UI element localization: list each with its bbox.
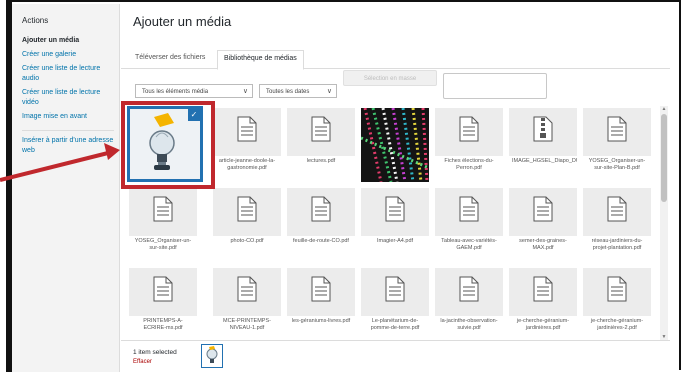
page-title: Ajouter un média <box>133 14 232 29</box>
attachment-filename: MCE-PRINTEMPS-NIVEAU-1.pdf <box>213 316 281 340</box>
search-input[interactable] <box>443 73 547 99</box>
attachment-filename: je-cherche-géranium-jardinières.pdf <box>509 316 577 340</box>
attachment-tile[interactable]: Fiches élections-du-Perron.pdf <box>435 108 503 182</box>
attachment-tile[interactable]: je-cherche-géranium-jardinières.pdf <box>509 268 577 340</box>
attachment-filename: photo-CO.pdf <box>213 236 281 262</box>
attachment-tile[interactable]: Tableau-avec-variétés-GAEM.pdf <box>435 188 503 262</box>
document-icon <box>533 276 553 302</box>
date-filter[interactable]: Toutes les dates ∨ <box>259 84 337 98</box>
attachment-filename: IMAGE_HGSEL_Diapo_DUMonsieur_cycle1.zip <box>509 156 577 182</box>
attachment-tile[interactable]: Imagier-A4.pdf <box>361 188 429 262</box>
media-modal-sidebar: Actions Ajouter un média Créer une galer… <box>12 4 120 372</box>
attachment-filename: PRINTEMPS-A-ECRIRE-ms.pdf <box>129 316 197 340</box>
attachment-filename: je-cherche-géranium-jardinières-2.pdf <box>583 316 651 340</box>
selected-thumbnail[interactable] <box>201 344 223 368</box>
scroll-up-arrow-icon[interactable]: ▲ <box>660 106 668 112</box>
document-icon <box>607 276 627 302</box>
attachment-tile[interactable]: Le-planétarium-de-pomme-de-terre.pdf <box>361 268 429 340</box>
document-icon <box>237 196 257 222</box>
attachment-filename: Fiches élections-du-Perron.pdf <box>435 156 503 182</box>
attachment-tile[interactable]: réseau-jardiniers-du-projet-plantation.p… <box>583 188 651 262</box>
document-icon <box>385 276 405 302</box>
attachment-tile[interactable]: photo-CO.pdf <box>213 188 281 262</box>
attachment-filename: Imagier-A4.pdf <box>361 236 429 262</box>
document-icon <box>607 196 627 222</box>
sidebar-item-audio-playlist[interactable]: Créer une liste de lecture audio <box>22 64 118 84</box>
attachment-filename: semer-des-graines-MAX.pdf <box>509 236 577 262</box>
sidebar-separator <box>22 130 114 131</box>
sidebar-item-featured-image[interactable]: Image mise en avant <box>22 112 118 122</box>
attachment-filename: les-géraniums-livres.pdf <box>287 316 355 340</box>
attachment-tile[interactable]: feuille-de-route-CO.pdf <box>287 188 355 262</box>
selection-count: 1 item selected <box>133 349 177 356</box>
media-tabs: Téléverser des fichiers Bibliothèque de … <box>121 46 670 70</box>
attachment-filename: lectures.pdf <box>287 156 355 182</box>
attachment-tile[interactable]: je-cherche-géranium-jardinières-2.pdf <box>583 268 651 340</box>
attachment-tile[interactable]: la-jacinthe-observation-suivie.pdf <box>435 268 503 340</box>
lightbulb-thumbnail-icon <box>206 346 218 363</box>
attachments-grid: ✓ article-jeanne-doole-la-gastronomie.pd… <box>121 106 670 340</box>
document-icon <box>459 276 479 302</box>
media-type-filter[interactable]: Tous les éléments média ∨ <box>135 84 253 98</box>
scrollbar-thumb[interactable] <box>661 114 667 202</box>
attachment-tile[interactable]: MCE-PRINTEMPS-NIVEAU-1.pdf <box>213 268 281 340</box>
sidebar-item-insert-from-url[interactable]: Insérer à partir d'une adresse web <box>22 136 118 156</box>
document-icon <box>459 196 479 222</box>
bulk-select-button[interactable]: Sélection en masse <box>343 70 437 86</box>
attachment-filename: Le-planétarium-de-pomme-de-terre.pdf <box>361 316 429 340</box>
tab-media-library[interactable]: Bibliothèque de médias <box>217 50 304 70</box>
sidebar-item-add-media[interactable]: Ajouter un média <box>22 36 118 46</box>
document-icon <box>311 276 331 302</box>
document-icon <box>311 196 331 222</box>
attachment-tile[interactable]: les-géraniums-livres.pdf <box>287 268 355 340</box>
attachment-tile[interactable]: YOSEG_Organiser-un-sur-site.pdf <box>129 188 197 262</box>
chevron-down-icon: ∨ <box>242 88 248 95</box>
archive-icon <box>533 116 553 142</box>
attachment-filename: YOSEG_Organiser-un-sur-site.pdf <box>129 236 197 262</box>
sidebar-heading: Actions <box>22 16 49 25</box>
attachment-tile-lamp[interactable]: ✓ <box>127 106 203 182</box>
document-icon <box>533 196 553 222</box>
attachment-filename: YOSEG_Organiser-un-sur-site-Plan-B.pdf <box>583 156 651 182</box>
beads-photo <box>361 108 429 182</box>
document-icon <box>237 116 257 142</box>
attachment-tile[interactable]: YOSEG_Organiser-un-sur-site-Plan-B.pdf <box>583 108 651 182</box>
media-type-filter-value: Tous les éléments média <box>142 89 209 95</box>
attachment-tile-photo[interactable] <box>361 108 429 182</box>
document-icon <box>459 116 479 142</box>
attachment-filename: feuille-de-route-CO.pdf <box>287 236 355 262</box>
document-icon <box>607 116 627 142</box>
document-icon <box>153 276 173 302</box>
attachment-tile[interactable]: IMAGE_HGSEL_Diapo_DUMonsieur_cycle1.zip <box>509 108 577 182</box>
chevron-down-icon: ∨ <box>326 88 332 95</box>
attachment-tile[interactable]: lectures.pdf <box>287 108 355 182</box>
sidebar-item-video-playlist[interactable]: Créer une liste de lecture vidéo <box>22 88 118 108</box>
selection-toolbar: 1 item selected Effacer <box>121 340 670 371</box>
grid-scrollbar[interactable]: ▲ ▼ <box>660 106 668 340</box>
checkmark-icon[interactable]: ✓ <box>188 109 200 121</box>
document-icon <box>153 196 173 222</box>
attachment-tile[interactable]: semer-des-graines-MAX.pdf <box>509 188 577 262</box>
attachment-filename: réseau-jardiniers-du-projet-plantation.p… <box>583 236 651 262</box>
document-icon <box>385 196 405 222</box>
attachment-tile[interactable]: PRINTEMPS-A-ECRIRE-ms.pdf <box>129 268 197 340</box>
media-modal-main: Ajouter un média Téléverser des fichiers… <box>121 4 670 371</box>
clear-selection-link[interactable]: Effacer <box>133 359 152 365</box>
document-icon <box>237 276 257 302</box>
attachment-filename: la-jacinthe-observation-suivie.pdf <box>435 316 503 340</box>
attachment-filename: article-jeanne-doole-la-gastronomie.pdf <box>213 156 281 182</box>
document-icon <box>311 116 331 142</box>
attachment-filename: Tableau-avec-variétés-GAEM.pdf <box>435 236 503 262</box>
sidebar-item-create-gallery[interactable]: Créer une galerie <box>22 50 118 60</box>
date-filter-value: Toutes les dates <box>266 89 310 95</box>
tab-upload-files[interactable]: Téléverser des fichiers <box>129 50 211 68</box>
attachment-tile[interactable]: article-jeanne-doole-la-gastronomie.pdf <box>213 108 281 182</box>
